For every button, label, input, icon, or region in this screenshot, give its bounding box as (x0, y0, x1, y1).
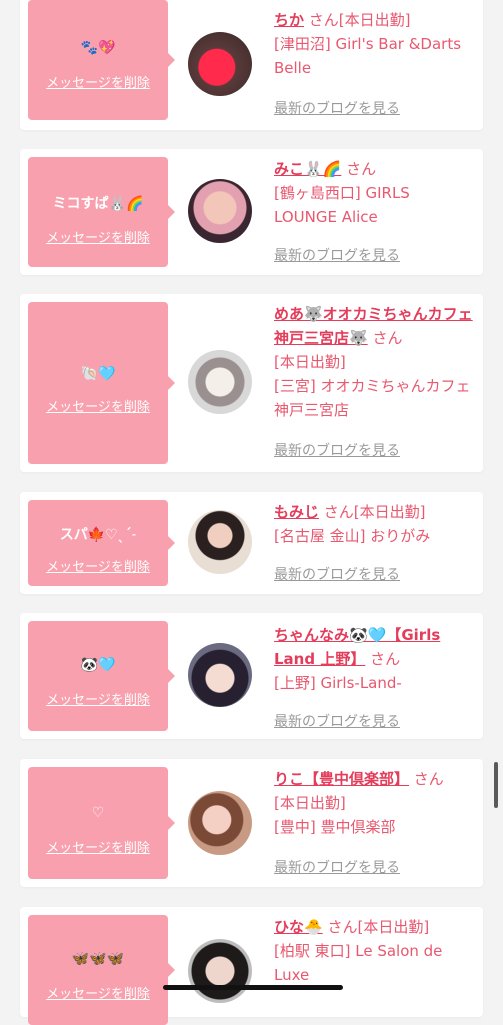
cast-shop: [上野] Girls-Land- (274, 674, 402, 692)
message-card: ミコすぱ🐰🌈 メッセージを削除 みこ🐰🌈 さん [鶴ヶ島西口] GIRLS LO… (20, 149, 483, 275)
cast-status: [本日出勤] (274, 794, 346, 812)
message-text: 🐾💖 (80, 40, 116, 56)
delete-message-link[interactable]: メッセージを削除 (28, 396, 168, 415)
cast-status: [本日出勤] (274, 353, 346, 371)
message-text: 🐼🩵 (80, 657, 116, 673)
cast-info: ひな🐣 さん[本日出勤] [柏駅 東口] Le Salon de Luxe (274, 915, 474, 987)
cast-status: さん[本日出勤] (327, 918, 430, 936)
avatar[interactable] (188, 179, 252, 243)
san-suffix: さん (346, 160, 377, 178)
cast-name-link[interactable]: ひな🐣 (274, 918, 323, 936)
cast-shop: [豊中] 豊中倶楽部 (274, 818, 396, 836)
cast-info: めあ🐺オオカミちゃんカフェ神戸三宮店🐺 さん [本日出勤] [三宮] オオカミち… (274, 302, 484, 422)
cast-info: りこ【豊中倶楽部】 さん [本日出勤] [豊中] 豊中倶楽部 (274, 767, 474, 839)
latest-blog-link[interactable]: 最新のブログを見る (274, 711, 400, 731)
message-text: スパ🍁♡ˎˊ˗ (59, 527, 137, 543)
message-bubble: 🦋🦋🦋 メッセージを削除 (28, 915, 175, 1025)
delete-message-link[interactable]: メッセージを削除 (28, 556, 168, 575)
cast-info: ちゃんなみ🐼🩵【Girls Land 上野】 さん [上野] Girls-Lan… (274, 623, 470, 695)
cast-name-link[interactable]: ちか (274, 11, 304, 29)
delete-message-link[interactable]: メッセージを削除 (28, 227, 168, 246)
cast-info: みこ🐰🌈 さん [鶴ヶ島西口] GIRLS LOUNGE Alice (274, 157, 474, 229)
message-text: 🐚🩵 (80, 366, 116, 382)
cast-status: さん[本日出勤] (323, 503, 426, 521)
message-bubble: 🐚🩵 メッセージを削除 (28, 302, 175, 464)
cast-shop: [三宮] オオカミちゃんカフェ神戸三宮店 (274, 377, 471, 419)
cast-name-link[interactable]: ちゃんなみ🐼🩵【Girls Land 上野】 (274, 626, 440, 668)
avatar[interactable] (188, 350, 252, 414)
avatar[interactable] (188, 643, 252, 707)
message-text: ミコすぱ🐰🌈 (52, 196, 144, 212)
message-bubble: ミコすぱ🐰🌈 メッセージを削除 (28, 157, 175, 267)
cast-shop: [鶴ヶ島西口] GIRLS LOUNGE Alice (274, 184, 410, 226)
message-bubble: スパ🍁♡ˎˊ˗ メッセージを削除 (28, 500, 175, 586)
latest-blog-link[interactable]: 最新のブログを見る (274, 245, 400, 265)
message-text: 🦋🦋🦋 (71, 951, 125, 967)
scrollbar[interactable] (494, 762, 498, 808)
message-card: 🐼🩵 メッセージを削除 ちゃんなみ🐼🩵【Girls Land 上野】 さん [上… (20, 613, 483, 739)
home-indicator[interactable] (163, 985, 343, 990)
latest-blog-link[interactable]: 最新のブログを見る (274, 98, 400, 118)
cast-shop: [津田沼] Girl's Bar &Darts Belle (274, 35, 462, 77)
cast-name-link[interactable]: みこ🐰🌈 (274, 160, 341, 178)
latest-blog-link[interactable]: 最新のブログを見る (274, 857, 400, 877)
message-bubble: ♡ メッセージを削除 (28, 767, 175, 879)
avatar[interactable] (188, 510, 252, 574)
message-text: ♡ (91, 805, 105, 821)
delete-message-link[interactable]: メッセージを削除 (28, 72, 168, 91)
cast-shop: [名古屋 金山] おりがみ (274, 527, 431, 545)
cast-info: もみじ さん[本日出勤] [名古屋 金山] おりがみ (274, 500, 474, 548)
cast-name-link[interactable]: りこ【豊中倶楽部】 (274, 770, 409, 788)
avatar[interactable] (188, 939, 252, 1003)
delete-message-link[interactable]: メッセージを削除 (28, 837, 168, 856)
cast-name-link[interactable]: もみじ (274, 503, 319, 521)
latest-blog-link[interactable]: 最新のブログを見る (274, 564, 400, 584)
message-card: 🐾💖 メッセージを削除 ちか さん[本日出勤] [津田沼] Girl's Bar… (20, 0, 483, 130)
cast-info: ちか さん[本日出勤] [津田沼] Girl's Bar &Darts Bell… (274, 8, 474, 80)
message-card: ♡ メッセージを削除 りこ【豊中倶楽部】 さん [本日出勤] [豊中] 豊中倶楽… (20, 759, 483, 887)
message-bubble: 🐾💖 メッセージを削除 (28, 0, 175, 120)
message-card: スパ🍁♡ˎˊ˗ メッセージを削除 もみじ さん[本日出勤] [名古屋 金山] お… (20, 492, 483, 594)
latest-blog-link[interactable]: 最新のブログを見る (274, 440, 400, 460)
san-suffix: さん (370, 650, 401, 668)
cast-shop: [柏駅 東口] Le Salon de Luxe (274, 942, 443, 984)
avatar[interactable] (188, 32, 252, 96)
message-bubble: 🐼🩵 メッセージを削除 (28, 621, 175, 731)
delete-message-link[interactable]: メッセージを削除 (28, 983, 168, 1002)
san-suffix: さん (372, 329, 403, 347)
delete-message-link[interactable]: メッセージを削除 (28, 689, 168, 708)
message-card: 🦋🦋🦋 メッセージを削除 ひな🐣 さん[本日出勤] [柏駅 東口] Le Sal… (20, 907, 483, 1025)
cast-status: さん[本日出勤] (308, 11, 411, 29)
avatar[interactable] (188, 791, 252, 855)
san-suffix: さん (413, 770, 444, 788)
message-card: 🐚🩵 メッセージを削除 めあ🐺オオカミちゃんカフェ神戸三宮店🐺 さん [本日出勤… (20, 294, 483, 472)
